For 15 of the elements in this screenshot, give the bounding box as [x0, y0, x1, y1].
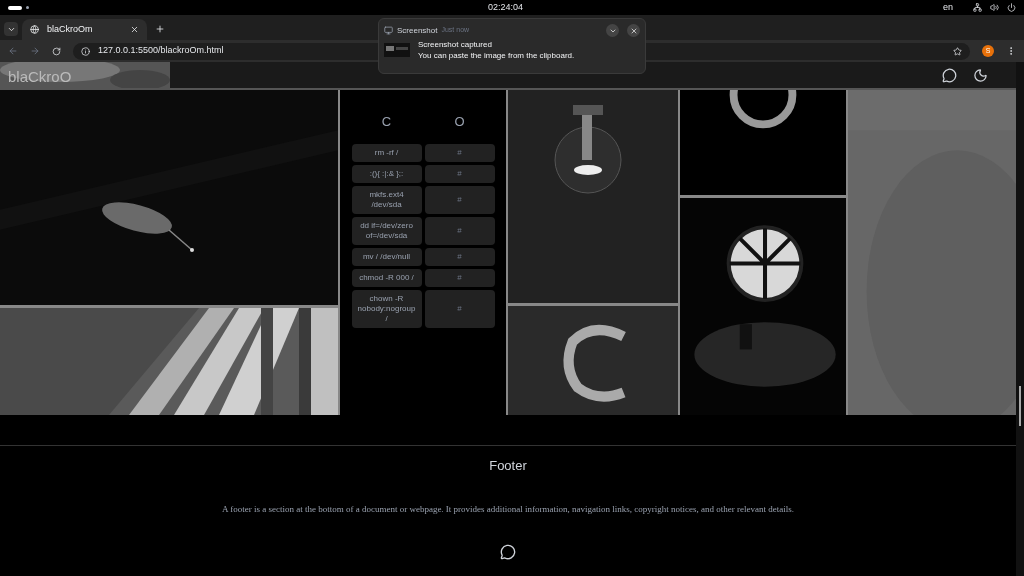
- command-cell: chown -R nobody:nogroup /: [351, 289, 422, 328]
- command-cell: :(){ :|:& };:: [351, 164, 422, 183]
- column-heading: O: [453, 113, 466, 131]
- column-heading: C: [380, 113, 393, 131]
- tab-title: blaCkroOm: [47, 22, 94, 36]
- notification-body: You can paste the image from the clipboard.: [418, 50, 575, 61]
- command-cell: mkfs.ext4 /dev/sda: [351, 185, 422, 214]
- command-cell: rm -rf /: [351, 143, 422, 162]
- command-cell: mv / /dev/null: [351, 247, 422, 266]
- notification-title: Screenshot captured: [418, 39, 493, 50]
- notification-app-name: Screenshot: [397, 24, 438, 37]
- command-cell: dd if=/dev/zero of=/dev/sda: [351, 216, 422, 245]
- command-cell: chmod -R 000 /: [351, 268, 422, 287]
- footer-title: Footer: [489, 457, 527, 475]
- footer-text: A footer is a section at the bottom of a document or webpage. It provides additional information, navigation links, copyright notices, and other relevant details.: [221, 502, 795, 516]
